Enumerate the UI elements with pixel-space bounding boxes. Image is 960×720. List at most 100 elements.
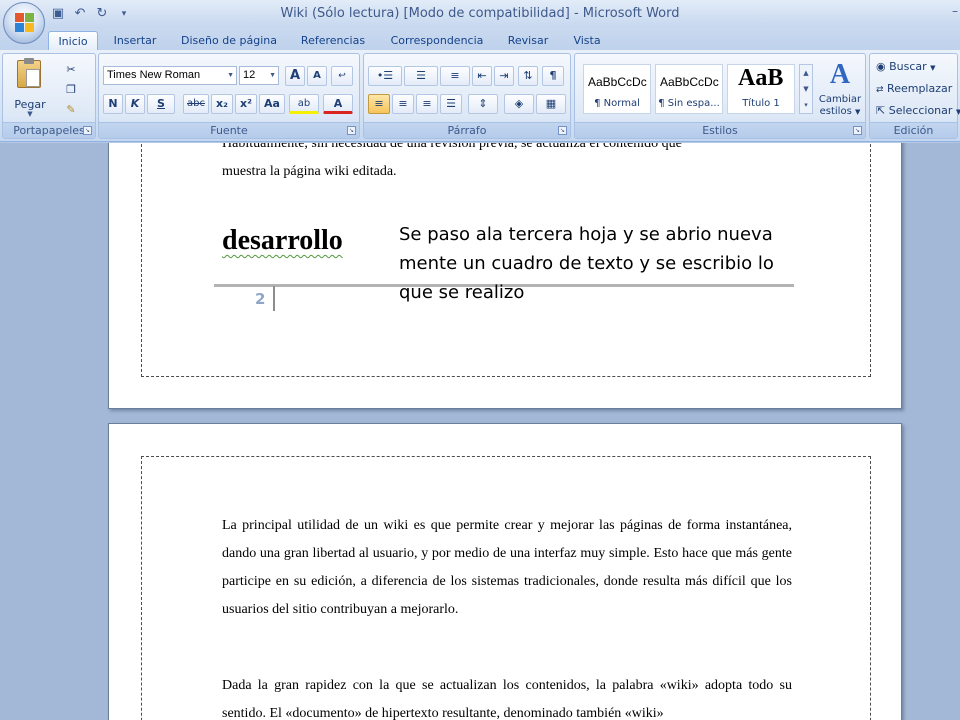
fuente-launcher-icon[interactable]: ↘ <box>347 126 356 135</box>
font-size-dropdown-icon: ▼ <box>269 72 276 79</box>
line-spacing-icon[interactable]: ⇕ <box>468 94 498 114</box>
change-styles-label-2: estilos ▼ <box>815 106 865 117</box>
find-button[interactable]: ◉ Buscar ▼ <box>876 60 956 78</box>
style-normal-name: ¶ Normal <box>594 98 640 109</box>
style-titulo-1-sample: AaB <box>738 65 784 91</box>
portapapeles-launcher-icon[interactable]: ↘ <box>83 126 92 135</box>
style-titulo-1[interactable]: AaB Título 1 <box>727 64 795 114</box>
multilevel-list-icon[interactable]: ≡ <box>440 66 470 86</box>
tab-vista[interactable]: Vista <box>566 31 608 50</box>
office-button[interactable] <box>3 2 45 44</box>
page-1[interactable]: Habitualmente, sin necesidad de una revi… <box>108 143 902 409</box>
paste-button[interactable]: Pegar ▼ <box>11 58 49 118</box>
font-name-input[interactable]: Times New Roman ▼ <box>103 66 237 85</box>
clear-format-icon[interactable]: ↩ <box>331 66 353 86</box>
page-number: 2 <box>255 290 266 308</box>
clipboard-icon <box>17 58 41 88</box>
tab-inicio[interactable]: Inicio <box>48 31 98 50</box>
group-label-edicion: Edición <box>870 122 957 138</box>
bold-button[interactable]: N <box>103 94 123 114</box>
borders-icon[interactable]: ▦ <box>536 94 566 114</box>
change-styles-label-1: Cambiar <box>818 94 862 105</box>
shading-icon[interactable]: ◈ <box>504 94 534 114</box>
show-formatting-button[interactable]: ¶ <box>542 66 564 86</box>
heading-desarrollo[interactable]: desarrollo <box>222 225 343 257</box>
group-fuente: Times New Roman ▼ 12 ▼ A A ↩ N K S abc x… <box>98 53 360 139</box>
replace-icon: ⇄ <box>876 85 884 95</box>
text-box[interactable]: Se paso ala tercera hoja y se abrio nuev… <box>399 220 809 307</box>
group-portapapeles: Pegar ▼ ✂ ❐ ✎ Portapapeles ↘ <box>2 53 96 139</box>
tab-diseno-de-pagina[interactable]: Diseño de página <box>176 31 282 50</box>
font-size-value: 12 <box>243 69 256 81</box>
find-label: Buscar <box>889 60 927 73</box>
group-estilos: AaBbCcDc ¶ Normal AaBbCcDc ¶ Sin espa...… <box>574 53 866 139</box>
align-center-icon[interactable]: ≡ <box>392 94 414 114</box>
numbering-icon[interactable]: ☰ <box>404 66 438 86</box>
bullets-icon[interactable]: •☰ <box>368 66 402 86</box>
justify-icon[interactable]: ☰ <box>440 94 462 114</box>
select-button[interactable]: ⇱ Seleccionar ▼ <box>876 104 960 122</box>
replace-button[interactable]: ⇄ Reemplazar <box>876 82 956 100</box>
style-titulo-1-name: Título 1 <box>742 98 780 109</box>
subscript-button[interactable]: x₂ <box>211 94 233 114</box>
superscript-button[interactable]: x² <box>235 94 257 114</box>
font-color-button[interactable]: A <box>323 94 353 114</box>
paste-dropdown-icon: ▼ <box>27 110 33 118</box>
change-styles-icon: A <box>829 59 851 90</box>
binoculars-icon: ◉ <box>876 60 886 73</box>
title-bar: ▣ ↶ ↻ ▾ Wiki (Sólo lectura) [Modo de com… <box>0 0 960 28</box>
style-normal[interactable]: AaBbCcDc ¶ Normal <box>583 64 651 114</box>
strikethrough-button[interactable]: abc <box>183 94 209 114</box>
page-2-paragraph-1[interactable]: La principal utilidad de un wiki es que … <box>222 512 792 624</box>
font-size-input[interactable]: 12 ▼ <box>239 66 279 85</box>
group-label-estilos: Estilos <box>575 122 865 138</box>
align-right-icon[interactable]: ≡ <box>416 94 438 114</box>
group-label-parrafo: Párrafo <box>364 122 570 138</box>
page-2[interactable]: La principal utilidad de un wiki es que … <box>108 423 902 720</box>
page-2-paragraph-2[interactable]: Dada la gran rapidez con la que se actua… <box>222 672 792 720</box>
office-logo-icon <box>15 13 35 33</box>
format-painter-icon[interactable]: ✎ <box>61 100 81 120</box>
change-case-button[interactable]: Aa <box>259 94 285 114</box>
increase-indent-icon[interactable]: ⇥ <box>494 66 514 86</box>
align-left-icon[interactable]: ≡ <box>368 94 390 114</box>
minimize-button[interactable]: – <box>952 4 958 18</box>
group-parrafo: •☰ ☰ ≡ ⇤ ⇥ ⇅ ¶ ≡ ≡ ≡ ☰ ⇕ ◈ ▦ Párrafo ↘ <box>363 53 571 139</box>
grow-font-button[interactable]: A <box>285 66 305 86</box>
decrease-indent-icon[interactable]: ⇤ <box>472 66 492 86</box>
estilos-launcher-icon[interactable]: ↘ <box>853 126 862 135</box>
highlight-button[interactable]: ab <box>289 94 319 114</box>
styles-more-icon[interactable]: ▾ <box>800 97 812 113</box>
style-normal-sample: AaBbCcDc <box>588 75 647 89</box>
document-area[interactable]: Habitualmente, sin necesidad de una revi… <box>0 143 960 720</box>
tab-correspondencia[interactable]: Correspondencia <box>384 31 490 50</box>
ribbon-tabs: Inicio Insertar Diseño de página Referen… <box>0 28 960 50</box>
underline-button[interactable]: S <box>147 94 175 114</box>
tab-revisar[interactable]: Revisar <box>502 31 554 50</box>
copy-icon[interactable]: ❐ <box>61 80 81 100</box>
tab-referencias[interactable]: Referencias <box>296 31 370 50</box>
select-icon: ⇱ <box>876 104 886 117</box>
select-label: Seleccionar <box>888 104 953 117</box>
style-sin-espaciado[interactable]: AaBbCcDc ¶ Sin espa... <box>655 64 723 114</box>
tab-insertar[interactable]: Insertar <box>106 31 164 50</box>
change-styles-dropdown-icon: ▼ <box>854 108 861 116</box>
styles-scroll-down-icon[interactable]: ▼ <box>800 81 812 97</box>
window-title: Wiki (Sólo lectura) [Modo de compatibili… <box>280 6 680 21</box>
parrafo-launcher-icon[interactable]: ↘ <box>558 126 567 135</box>
find-dropdown-icon: ▼ <box>930 64 936 72</box>
cut-icon[interactable]: ✂ <box>61 60 81 80</box>
change-styles-button[interactable]: A Cambiar estilos ▼ <box>815 58 865 120</box>
styles-scroll[interactable]: ▲ ▼ ▾ <box>799 64 813 114</box>
group-edicion: ◉ Buscar ▼ ⇄ Reemplazar ⇱ Seleccionar ▼ … <box>869 53 960 139</box>
page-number-divider <box>273 286 275 311</box>
italic-button[interactable]: K <box>125 94 145 114</box>
styles-scroll-up-icon[interactable]: ▲ <box>800 65 812 81</box>
select-dropdown-icon: ▼ <box>955 108 960 116</box>
shrink-font-button[interactable]: A <box>307 66 327 86</box>
style-sin-espaciado-name: ¶ Sin espa... <box>658 98 720 109</box>
page-1-text-line-2[interactable]: muestra la página wiki editada. <box>222 158 397 186</box>
font-name-value: Times New Roman <box>107 69 201 81</box>
sort-icon[interactable]: ⇅ <box>518 66 538 86</box>
page-1-text-line-1[interactable]: Habitualmente, sin necesidad de una revi… <box>222 143 682 158</box>
